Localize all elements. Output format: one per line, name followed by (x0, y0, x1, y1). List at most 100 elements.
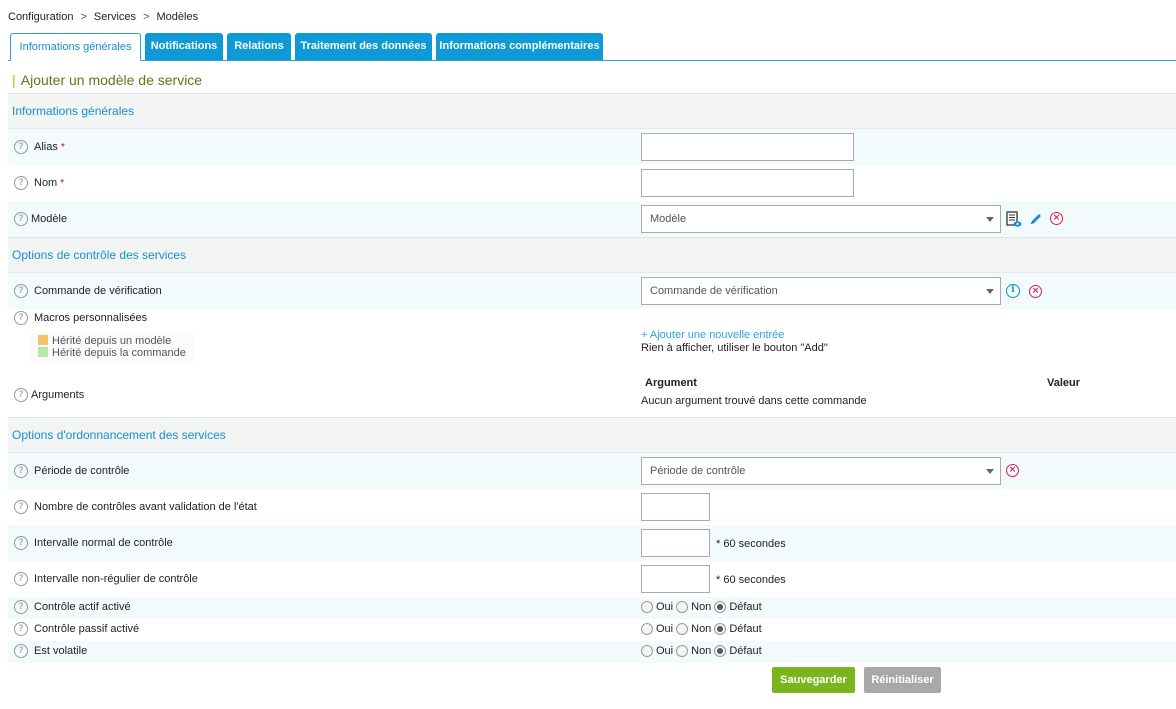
pencil-icon[interactable] (1029, 212, 1043, 226)
title-bar-decoration: | (12, 72, 16, 88)
remove-circle-icon[interactable]: × (1029, 285, 1042, 298)
max-checks-label: Nombre de contrôles avant validation de … (34, 501, 257, 513)
help-icon[interactable]: ? (14, 140, 28, 154)
row-modele: ? Modèle Modèle × (8, 201, 1176, 237)
macros-label: Macros personnalisées (34, 312, 148, 324)
volatile-radio-group: Oui Non Défaut (641, 645, 765, 657)
tab-traitement-donnees[interactable]: Traitement des données (295, 33, 432, 60)
help-icon[interactable]: ? (14, 311, 28, 325)
active-checks-non-radio[interactable] (676, 601, 689, 613)
help-icon[interactable]: ? (14, 622, 28, 636)
row-commande: ? Commande de vérification Commande de v… (8, 273, 1176, 309)
reset-button[interactable]: Réinitialiser (864, 667, 941, 693)
view-document-icon[interactable] (1006, 211, 1022, 228)
section-options-ordonnancement: Options d'ordonnancement des services (8, 417, 1176, 453)
radio-label-oui: Oui (656, 623, 674, 635)
legend-swatch-command (38, 347, 48, 357)
argument-column-header: Argument (645, 377, 697, 389)
modele-label: Modèle (31, 213, 68, 225)
volatile-non-radio[interactable] (676, 645, 689, 657)
radio-label-non: Non (691, 601, 712, 613)
row-alias: ? Alias * (8, 129, 1176, 165)
radio-label-defaut: Défaut (729, 601, 762, 613)
row-macros: ? Macros personnalisées Hérité depuis un… (8, 309, 1176, 377)
breadcrumb-modeles[interactable]: Modèles (157, 11, 199, 23)
active-checks-defaut-radio[interactable] (714, 601, 727, 613)
commande-label: Commande de vérification (34, 285, 162, 297)
max-checks-label-wrap: ? Nombre de contrôles avant validation d… (14, 500, 257, 514)
tab-relations[interactable]: Relations (227, 33, 291, 60)
legend-template: Hérité depuis un modèle (38, 335, 186, 347)
row-max-checks: ? Nombre de contrôles avant validation d… (8, 489, 1176, 525)
help-icon[interactable]: ? (14, 600, 28, 614)
radio-label-non: Non (691, 623, 712, 635)
page-title-text: Ajouter un modèle de service (20, 72, 203, 88)
periode-label-wrap: ? Période de contrôle (14, 464, 129, 478)
passive-checks-oui-radio[interactable] (641, 623, 653, 635)
radio-label-oui: Oui (656, 645, 674, 657)
save-button[interactable]: Sauvegarder (772, 667, 855, 693)
help-icon[interactable]: ? (14, 176, 28, 190)
passive-checks-non-radio[interactable] (676, 623, 689, 635)
remove-circle-icon[interactable]: × (1006, 464, 1019, 477)
tab-informations-complementaires[interactable]: Informations complémentaires (436, 33, 603, 60)
help-icon[interactable]: ? (14, 500, 28, 514)
help-icon[interactable]: ? (14, 388, 28, 402)
radio-label-oui: Oui (656, 601, 674, 613)
nom-label-wrap: ? Nom * (14, 176, 64, 190)
alias-label: Alias (34, 141, 58, 153)
info-circle-icon[interactable]: i (1006, 284, 1020, 298)
help-icon[interactable]: ? (14, 644, 28, 658)
tab-notifications[interactable]: Notifications (145, 33, 223, 60)
commande-select-value: Commande de vérification (650, 285, 778, 297)
passive-checks-label: Contrôle passif activé (34, 623, 140, 635)
arguments-label: Arguments (31, 389, 85, 401)
retry-interval-label: Intervalle non-régulier de contrôle (34, 573, 198, 585)
volatile-label-wrap: ? Est volatile (14, 644, 87, 658)
help-icon[interactable]: ? (14, 572, 28, 586)
arguments-label-wrap: ? Arguments (14, 388, 84, 402)
max-checks-input[interactable] (641, 493, 710, 521)
help-icon[interactable]: ? (14, 284, 28, 298)
help-icon[interactable]: ? (14, 464, 28, 478)
passive-checks-defaut-radio[interactable] (714, 623, 727, 635)
help-icon[interactable]: ? (14, 212, 28, 226)
row-normal-interval: ? Intervalle normal de contrôle * 60 sec… (8, 525, 1176, 561)
help-icon[interactable]: ? (14, 536, 28, 550)
periode-label: Période de contrôle (34, 465, 130, 477)
macros-legend: Hérité depuis un modèle Hérité depuis la… (30, 332, 194, 362)
row-active-checks: ? Contrôle actif activé Oui Non Défaut (8, 597, 1176, 619)
retry-interval-input[interactable] (641, 565, 710, 593)
remove-circle-icon[interactable]: × (1050, 212, 1063, 225)
service-template-form: Informations générales ? Alias * ? Nom * ?… (8, 93, 1176, 663)
active-checks-oui-radio[interactable] (641, 601, 653, 613)
section-informations-generales: Informations générales (8, 93, 1176, 129)
active-checks-label-wrap: ? Contrôle actif activé (14, 600, 131, 614)
nom-input[interactable] (641, 169, 854, 197)
alias-input[interactable] (641, 133, 854, 161)
volatile-oui-radio[interactable] (641, 645, 653, 657)
nom-label: Nom (34, 177, 58, 189)
row-arguments: ? Arguments Argument Valeur Aucun argume… (8, 377, 1176, 417)
commande-select[interactable]: Commande de vérification (641, 277, 1001, 305)
periode-select[interactable]: Période de contrôle (641, 457, 1001, 485)
modele-select-value: Modèle (650, 213, 687, 225)
tab-bar: Informations générales Notifications Rel… (8, 33, 1176, 61)
breadcrumb-configuration[interactable]: Configuration (8, 11, 73, 23)
normal-interval-unit: * 60 secondes (716, 538, 786, 550)
periode-select-value: Période de contrôle (650, 465, 746, 477)
add-entry-link[interactable]: + Ajouter une nouvelle entrée (641, 329, 784, 341)
retry-interval-label-wrap: ? Intervalle non-régulier de contrôle (14, 572, 198, 586)
legend-swatch-template (38, 335, 48, 345)
normal-interval-input[interactable] (641, 529, 710, 557)
radio-label-non: Non (691, 645, 712, 657)
tab-informations-generales[interactable]: Informations générales (10, 33, 141, 61)
volatile-defaut-radio[interactable] (714, 645, 727, 657)
breadcrumb-services[interactable]: Services (94, 11, 136, 23)
legend-command: Hérité depuis la commande (38, 347, 186, 359)
row-volatile: ? Est volatile Oui Non Défaut (8, 641, 1176, 663)
row-periode: ? Période de contrôle Période de contrôl… (8, 453, 1176, 489)
value-column-header: Valeur (1047, 377, 1081, 389)
modele-select[interactable]: Modèle (641, 205, 1001, 233)
row-passive-checks: ? Contrôle passif activé Oui Non Défaut (8, 619, 1176, 641)
